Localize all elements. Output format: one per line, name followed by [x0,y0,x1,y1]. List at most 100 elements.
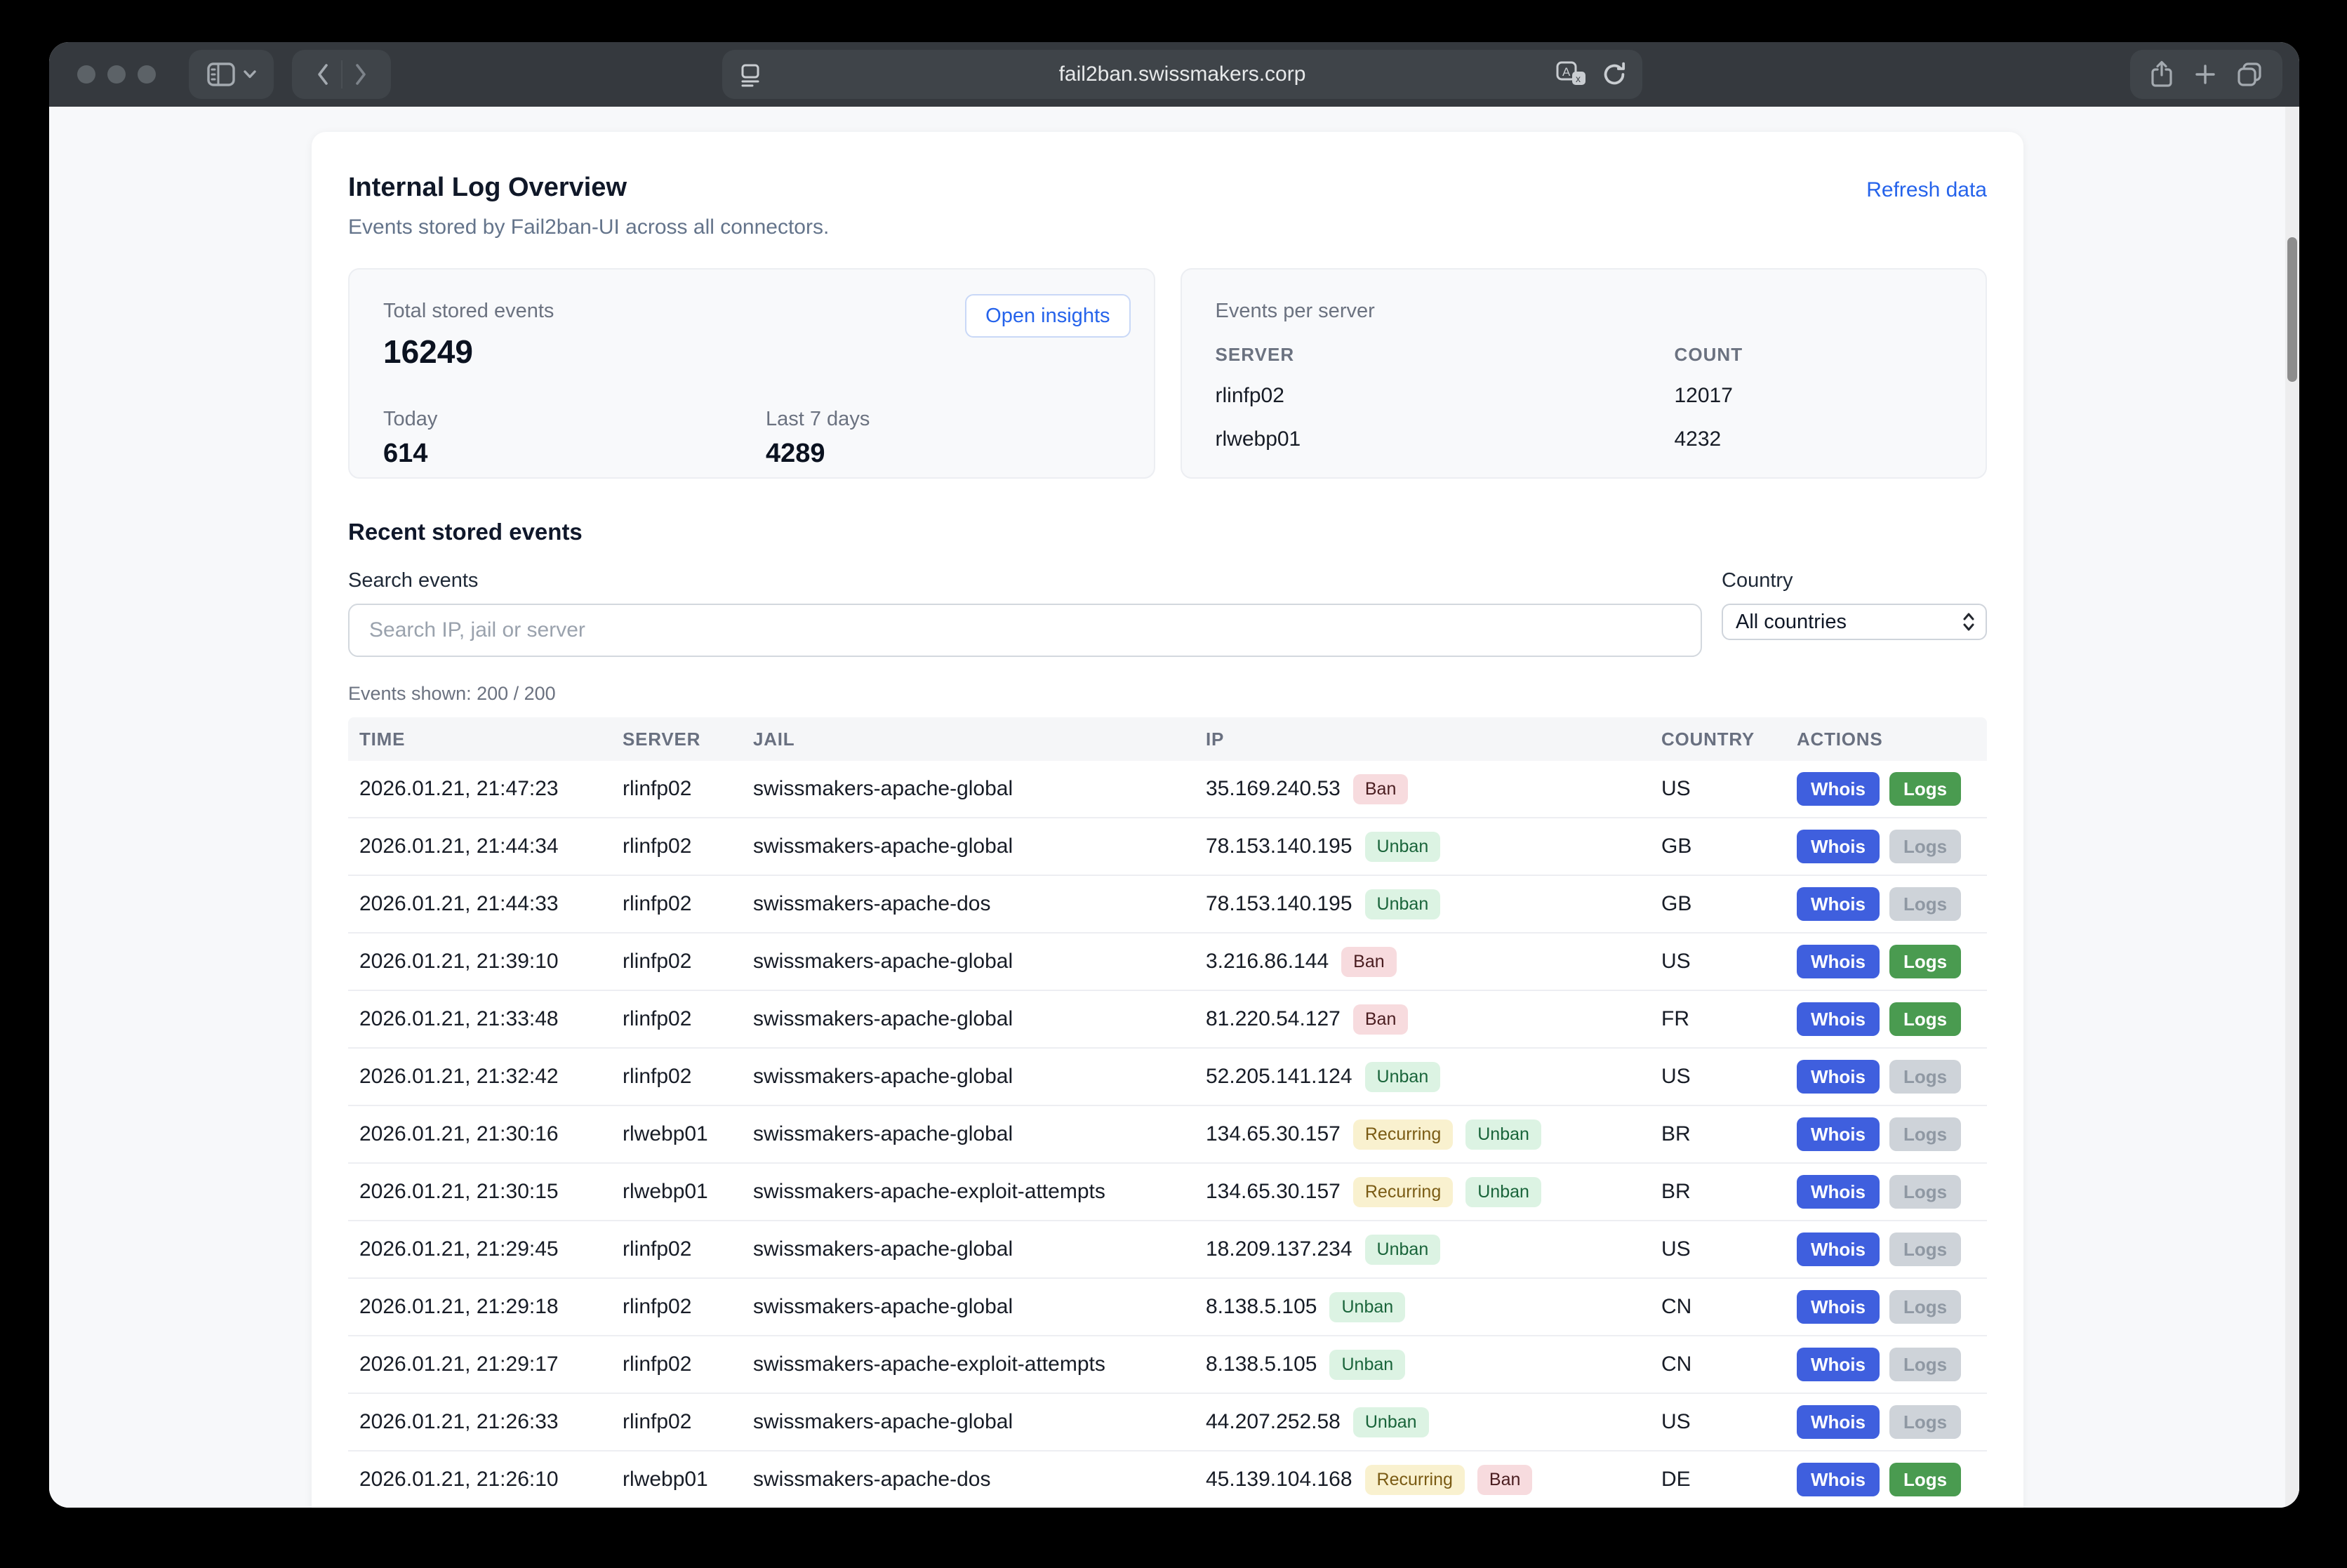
back-button[interactable] [314,62,331,87]
country-select[interactable]: All countries [1722,604,1987,640]
event-time: 2026.01.21, 21:26:33 [359,1410,623,1434]
whois-button[interactable]: Whois [1797,1233,1880,1266]
event-country: BR [1661,1122,1797,1146]
unban-badge: Unban [1365,1062,1441,1092]
event-ip: 81.220.54.127 [1206,1007,1341,1031]
event-server: rlinfp02 [623,1007,753,1031]
logs-button[interactable]: Logs [1889,1117,1961,1151]
event-time: 2026.01.21, 21:39:10 [359,950,623,974]
total-events-value: 16249 [383,333,1120,371]
whois-button[interactable]: Whois [1797,1463,1880,1496]
server-count: 12017 [1675,383,1953,408]
event-server: rlinfp02 [623,1295,753,1319]
logs-button[interactable]: Logs [1889,1233,1961,1266]
event-ip: 8.138.5.105 [1206,1295,1317,1319]
logs-button[interactable]: Logs [1889,830,1961,863]
open-insights-button[interactable]: Open insights [965,294,1130,338]
minimize-button[interactable] [107,65,126,84]
whois-button[interactable]: Whois [1797,1060,1880,1094]
event-actions: Whois Logs [1797,1405,1987,1439]
refresh-data-link[interactable]: Refresh data [1866,178,1987,202]
event-jail: swissmakers-apache-exploit-attempts [753,1353,1206,1376]
address-bar[interactable]: fail2ban.swissmakers.corp A x [722,50,1642,99]
share-icon[interactable] [2150,60,2174,89]
event-ip-cell: 78.153.140.195Unban [1206,832,1661,862]
ban-badge: Ban [1477,1465,1532,1495]
event-country: GB [1661,892,1797,916]
reload-icon[interactable] [1602,61,1627,88]
event-time: 2026.01.21, 21:29:17 [359,1353,623,1376]
per-server-rows: rlinfp0212017rlwebp014232 [1216,383,1953,452]
whois-button[interactable]: Whois [1797,1405,1880,1439]
logs-button[interactable]: Logs [1889,772,1961,806]
event-time: 2026.01.21, 21:44:33 [359,892,623,916]
table-row: 2026.01.21, 21:32:42rlinfp02swissmakers-… [348,1049,1987,1106]
event-ip: 52.205.141.124 [1206,1065,1352,1089]
new-tab-icon[interactable] [2193,62,2217,86]
events-per-server-card: Events per server SERVER COUNT rlinfp021… [1181,268,1988,479]
unban-badge: Unban [1365,889,1441,919]
event-ip-cell: 8.138.5.105 Unban [1206,1350,1661,1380]
logs-button[interactable]: Logs [1889,1463,1961,1496]
whois-button[interactable]: Whois [1797,887,1880,921]
reader-view-icon[interactable] [739,61,762,88]
event-actions: Whois Logs [1797,1175,1987,1209]
event-ip-cell: 8.138.5.105Unban [1206,1292,1661,1322]
page-title: Internal Log Overview [348,171,829,204]
whois-button[interactable]: Whois [1797,945,1880,978]
chevron-down-icon [243,69,257,79]
event-actions: Whois Logs [1797,1060,1987,1094]
logs-button[interactable]: Logs [1889,1348,1961,1381]
nav-divider [341,60,343,88]
zoom-button[interactable] [138,65,156,84]
search-events-label: Search events [348,569,1702,592]
event-jail: swissmakers-apache-exploit-attempts [753,1180,1206,1204]
event-ip: 44.207.252.58 [1206,1410,1341,1434]
whois-button[interactable]: Whois [1797,1290,1880,1324]
last7-label: Last 7 days [766,407,1120,431]
logs-button[interactable]: Logs [1889,1175,1961,1209]
event-actions: Whois Logs [1797,772,1987,806]
last7-value: 4289 [766,438,1120,469]
events-table-header: TIMESERVERJAILIPCOUNTRYACTIONS [348,717,1987,761]
events-table-body: 2026.01.21, 21:47:23rlinfp02swissmakers-… [348,761,1987,1508]
scrollbar-thumb[interactable] [2287,237,2297,382]
whois-button[interactable]: Whois [1797,830,1880,863]
event-jail: swissmakers-apache-global [753,1065,1206,1089]
logs-button[interactable]: Logs [1889,1060,1961,1094]
event-server: rlinfp02 [623,1353,753,1376]
logs-button[interactable]: Logs [1889,1290,1961,1324]
unban-badge: Unban [1365,832,1441,862]
server-count-row: rlwebp014232 [1216,427,1953,452]
sidebar-toggle-button[interactable] [189,50,274,99]
server-count: 4232 [1675,427,1953,452]
unban-badge: Unban [1329,1350,1405,1380]
table-row: 2026.01.21, 21:47:23rlinfp02swissmakers-… [348,761,1987,818]
translate-icon[interactable]: A x [1555,60,1588,88]
navigation-buttons [292,50,391,99]
event-country: CN [1661,1353,1797,1376]
whois-button[interactable]: Whois [1797,1002,1880,1036]
whois-button[interactable]: Whois [1797,772,1880,806]
whois-button[interactable]: Whois [1797,1117,1880,1151]
event-server: rlwebp01 [623,1122,753,1146]
logs-button[interactable]: Logs [1889,1002,1961,1036]
table-row: 2026.01.21, 21:26:33rlinfp02swissmakers-… [348,1394,1987,1451]
search-input[interactable] [348,604,1702,657]
logs-button[interactable]: Logs [1889,887,1961,921]
unban-badge: Unban [1465,1177,1541,1207]
tab-overview-icon[interactable] [2236,61,2263,88]
unban-badge: Unban [1353,1407,1429,1437]
event-actions: Whois Logs [1797,1348,1987,1381]
logs-button[interactable]: Logs [1889,1405,1961,1439]
whois-button[interactable]: Whois [1797,1348,1880,1381]
ban-badge: Ban [1353,1004,1408,1035]
close-button[interactable] [77,65,95,84]
whois-button[interactable]: Whois [1797,1175,1880,1209]
url-text: fail2ban.swissmakers.corp [722,62,1642,86]
forward-button[interactable] [352,62,369,87]
event-ip: 8.138.5.105 [1206,1353,1317,1376]
logs-button[interactable]: Logs [1889,945,1961,978]
scrollbar-track[interactable] [2285,107,2299,1508]
column-header: IP [1206,729,1661,750]
